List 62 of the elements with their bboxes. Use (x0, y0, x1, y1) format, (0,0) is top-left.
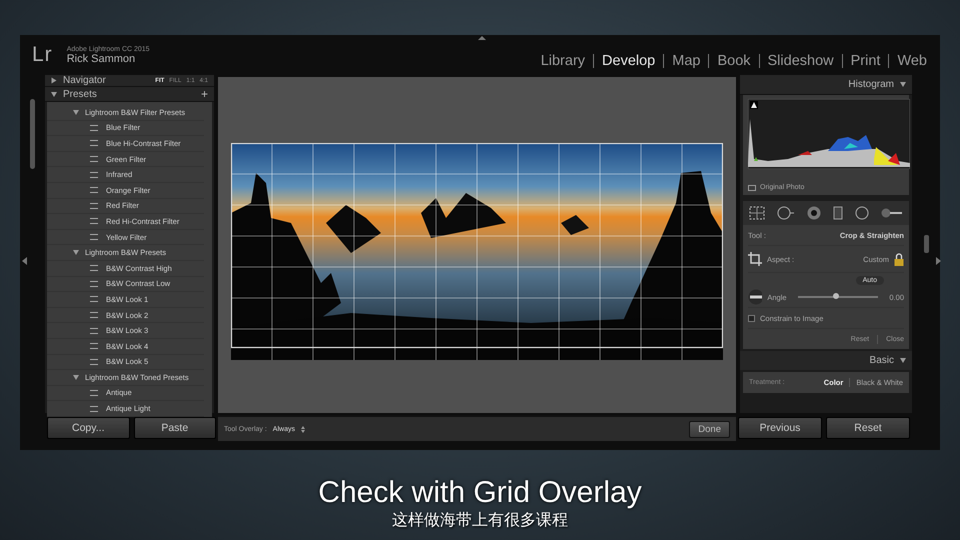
add-preset-button[interactable]: + (200, 87, 208, 101)
disclosure-triangle-icon[interactable] (73, 110, 79, 115)
lock-icon[interactable] (894, 252, 904, 266)
disclosure-triangle-icon[interactable] (73, 374, 79, 380)
scrollbar[interactable] (924, 235, 928, 253)
module-tab[interactable]: Web (888, 54, 935, 68)
ring-icon[interactable] (807, 206, 821, 220)
video-caption: Check with Grid Overlay (318, 476, 642, 510)
disclosure-triangle-icon[interactable] (51, 92, 57, 96)
panel-title: Histogram (848, 79, 894, 90)
preset-icon (90, 358, 98, 365)
panel-toggle-icon[interactable] (936, 257, 941, 265)
module-tab[interactable]: Develop (593, 54, 664, 68)
disclosure-triangle-icon[interactable] (900, 358, 906, 363)
checkbox[interactable] (748, 184, 756, 190)
panel-title: Presets (63, 88, 97, 100)
checkbox[interactable] (748, 314, 755, 322)
preset-icon (90, 156, 98, 162)
module-tab[interactable]: Slideshow (758, 54, 842, 68)
scrollbar[interactable] (30, 99, 35, 169)
disclosure-triangle-icon[interactable] (73, 250, 79, 256)
preset-icon (90, 280, 98, 287)
level-icon[interactable] (748, 289, 762, 305)
rectangle-icon[interactable] (833, 206, 843, 220)
preset-icon (90, 172, 98, 178)
clipping-warning-icon[interactable] (750, 101, 758, 109)
preset-icon (90, 406, 98, 412)
circle-icon[interactable] (777, 206, 795, 220)
panel-button[interactable]: Previous (738, 417, 822, 439)
user-name: Rick Sammon (66, 52, 136, 64)
app-logo: Lr (32, 43, 53, 67)
preset-icon (90, 218, 98, 224)
preset-icon (90, 140, 98, 146)
panel-title: Basic (870, 355, 894, 366)
preset-icon (90, 343, 98, 350)
preset-icon (90, 187, 98, 194)
panel-toggle-icon[interactable] (478, 36, 486, 40)
panel-button[interactable]: Copy... (47, 417, 130, 439)
preset-icon (90, 124, 98, 131)
module-tab[interactable]: Print (842, 54, 888, 68)
crop-icon[interactable] (748, 252, 762, 266)
grid-icon[interactable] (749, 206, 765, 220)
preset-icon (90, 296, 98, 302)
preset-icon (90, 202, 98, 209)
slider-thumb[interactable] (833, 293, 840, 299)
panel-button[interactable]: Paste (134, 417, 216, 439)
panel-toggle-icon[interactable] (22, 257, 27, 265)
preset-icon (90, 328, 98, 334)
circle-icon[interactable] (855, 206, 869, 220)
disclosure-triangle-icon[interactable] (900, 82, 906, 87)
done-button[interactable]: Done (689, 420, 730, 438)
module-tab[interactable]: Map (663, 54, 708, 68)
module-tab[interactable]: Library (532, 54, 594, 68)
preset-icon (90, 234, 98, 240)
stepper-icon[interactable] (300, 426, 305, 432)
panel-button[interactable]: Reset (826, 417, 910, 439)
video-subtitle: 这样做海带上有很多课程 (392, 510, 568, 530)
panel-title: Navigator (63, 75, 106, 86)
preset-icon (90, 265, 98, 272)
preset-icon (90, 390, 98, 396)
preset-icon (90, 312, 98, 318)
module-tab[interactable]: Book (708, 54, 759, 68)
